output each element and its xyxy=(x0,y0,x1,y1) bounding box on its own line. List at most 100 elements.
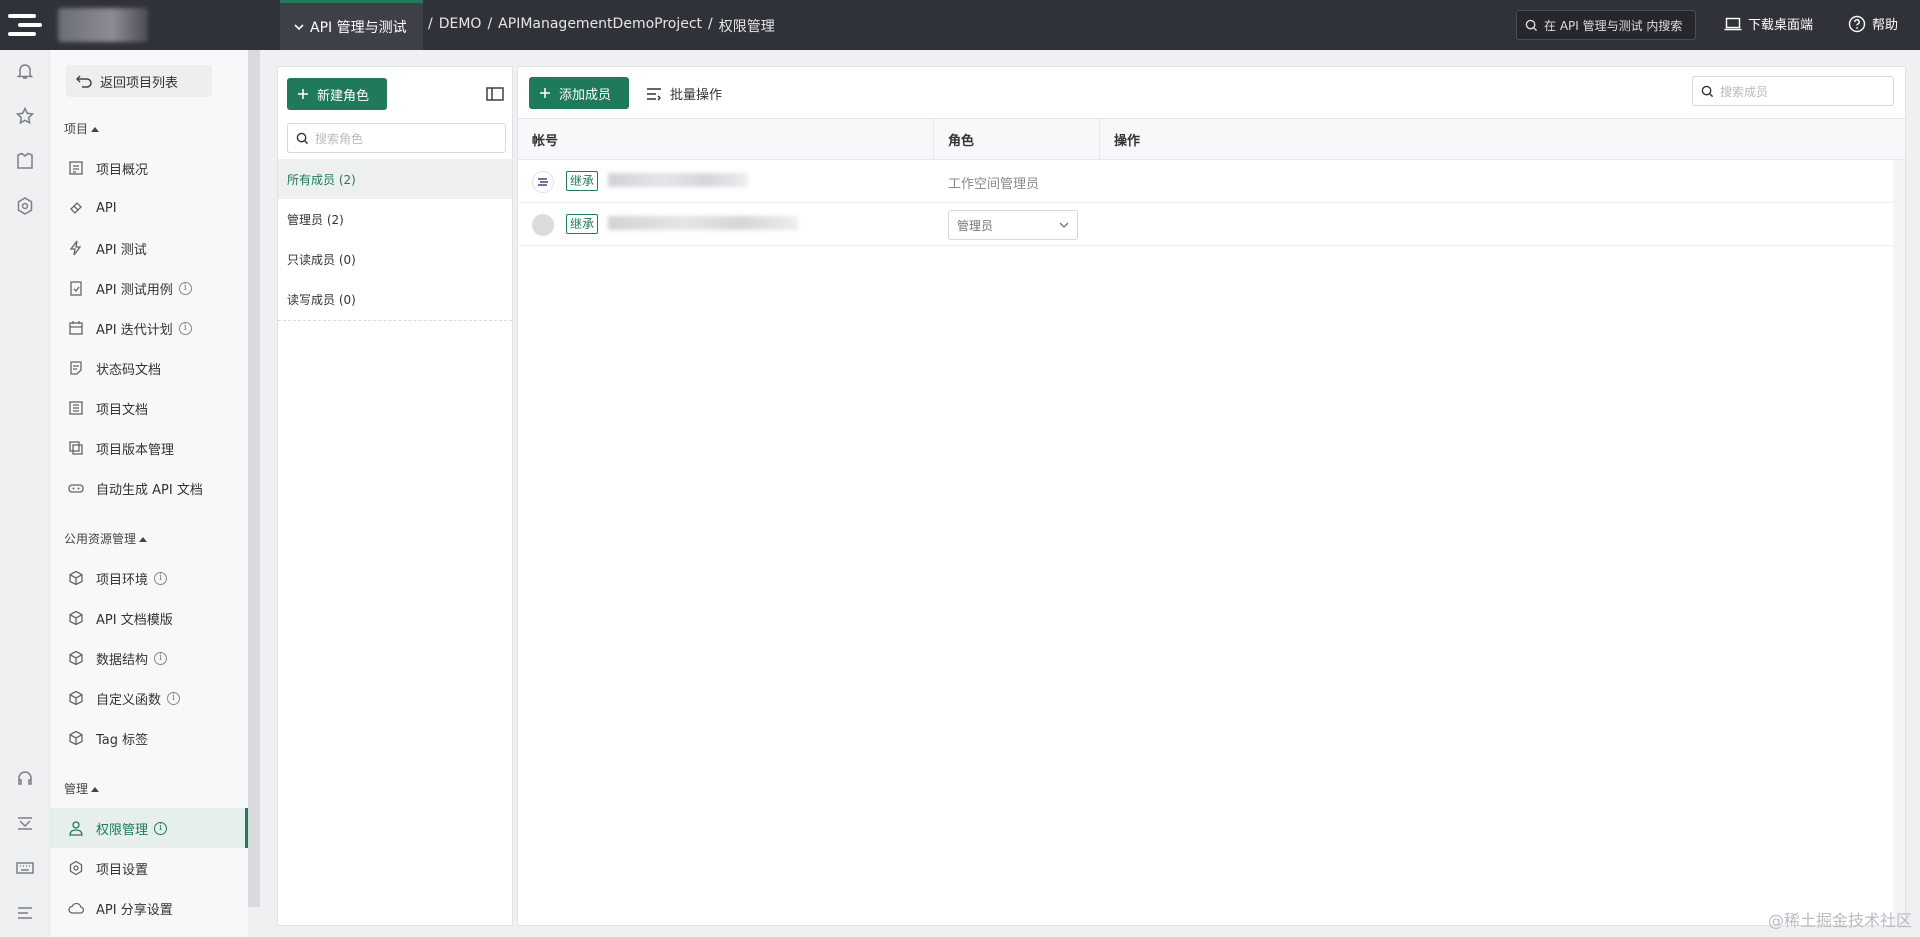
nav-label: 项目版本管理 xyxy=(96,442,175,458)
nav-api[interactable]: API xyxy=(50,190,248,226)
workspace-avatar[interactable] xyxy=(58,8,148,42)
cube-icon xyxy=(69,650,83,666)
nav-version-management[interactable]: 项目版本管理 xyxy=(50,430,248,466)
nav-project-settings[interactable]: 项目设置 xyxy=(50,850,248,886)
module-switcher[interactable]: API 管理与测试 xyxy=(280,0,423,50)
shirt-icon[interactable] xyxy=(15,151,35,171)
workspace-logo-icon xyxy=(538,178,548,186)
nav-label: API 文档模版 xyxy=(96,612,173,628)
section-title: 项目 xyxy=(64,122,89,136)
batch-operation-button[interactable]: 批量操作 xyxy=(646,84,722,103)
panel-toggle-icon[interactable] xyxy=(486,87,504,101)
new-role-label: 新建角色 xyxy=(317,88,370,104)
breadcrumb-sep: / xyxy=(487,16,493,32)
nav-api-iteration-plan[interactable]: API 迭代计划 i xyxy=(50,310,248,346)
nav-doc-templates[interactable]: API 文档模版 xyxy=(50,600,248,636)
info-icon[interactable]: i xyxy=(178,321,192,335)
member-search-input[interactable]: 搜索成员 xyxy=(1692,76,1894,106)
add-member-button[interactable]: 添加成员 xyxy=(529,77,629,109)
nav-auto-generate-docs[interactable]: 自动生成 API 文档 xyxy=(50,470,248,506)
breadcrumb-project[interactable]: APIManagementDemoProject xyxy=(498,16,702,36)
nav-project-environment[interactable]: 项目环境 i xyxy=(50,560,248,596)
nav-project-overview[interactable]: 项目概况 xyxy=(50,150,248,186)
nav-api-test-cases[interactable]: API 测试用例 i xyxy=(50,270,248,306)
user-icon xyxy=(69,821,83,836)
add-member-label: 添加成员 xyxy=(559,87,612,103)
app-logo[interactable] xyxy=(8,8,42,42)
sidebar-scrollbar[interactable] xyxy=(248,50,260,907)
account-name-redacted xyxy=(608,216,798,230)
global-search-input[interactable]: 在 API 管理与测试 内搜索 xyxy=(1516,10,1696,40)
role-list-divider xyxy=(278,320,512,321)
role-item-readonly[interactable]: 只读成员 (0) xyxy=(278,239,512,279)
breadcrumb-workspace[interactable]: DEMO xyxy=(439,16,482,36)
nav-api-share-settings[interactable]: API 分享设置 xyxy=(50,890,248,926)
nav-label: 自动生成 API 文档 xyxy=(96,482,203,498)
overview-icon xyxy=(69,161,83,175)
role-search-input[interactable]: 搜索角色 xyxy=(287,123,506,153)
nav-label: 状态码文档 xyxy=(96,362,162,378)
role-item-admin[interactable]: 管理员 (2) xyxy=(278,199,512,239)
table-row[interactable]: 继承 管理员 xyxy=(518,203,1893,246)
info-icon[interactable]: i xyxy=(154,651,168,665)
menu-icon[interactable] xyxy=(15,903,35,923)
role-select[interactable]: 管理员 xyxy=(948,210,1078,240)
role-item-readwrite[interactable]: 读写成员 (0) xyxy=(278,279,512,319)
nav-custom-functions[interactable]: 自定义函数 i xyxy=(50,680,248,716)
batch-label: 批量操作 xyxy=(670,88,723,103)
column-account: 帐号 xyxy=(518,119,934,159)
nav-label: 项目设置 xyxy=(96,862,149,878)
info-icon[interactable]: i xyxy=(167,691,181,705)
column-role: 角色 xyxy=(934,119,1100,159)
cube-icon xyxy=(69,690,83,706)
back-label: 返回项目列表 xyxy=(100,75,179,91)
info-icon[interactable]: i xyxy=(178,281,192,295)
nav-label: 项目环境 xyxy=(96,572,149,588)
inherit-tag: 继承 xyxy=(566,214,599,234)
nav-label: API 测试 xyxy=(96,242,147,258)
avatar xyxy=(532,214,554,236)
nav-tags[interactable]: Tag 标签 xyxy=(50,720,248,756)
settings-icon[interactable] xyxy=(15,196,35,216)
section-project[interactable]: 项目 xyxy=(64,120,100,137)
chevron-down-icon xyxy=(294,23,304,30)
nav-api-test[interactable]: API 测试 xyxy=(50,230,248,266)
breadcrumb-sep: / xyxy=(708,16,713,32)
table-row[interactable]: 继承 工作空间管理员 xyxy=(518,160,1893,203)
keyboard-icon[interactable] xyxy=(15,858,35,878)
caret-up-icon xyxy=(91,126,100,132)
watermark: @稀土掘金技术社区 xyxy=(1767,911,1912,930)
help-link[interactable]: 帮助 xyxy=(1848,14,1898,33)
account-name-redacted xyxy=(608,173,748,187)
bell-icon[interactable] xyxy=(15,61,35,81)
star-icon[interactable] xyxy=(15,106,35,126)
table-scrollbar[interactable] xyxy=(1893,160,1905,925)
nav-status-code-docs[interactable]: 状态码文档 xyxy=(50,350,248,386)
plus-icon xyxy=(298,89,308,99)
search-placeholder: 在 API 管理与测试 内搜索 xyxy=(1544,18,1683,33)
collapse-down-icon[interactable] xyxy=(15,813,35,833)
nav-project-docs[interactable]: 项目文档 xyxy=(50,390,248,426)
role-label: 管理员 (2) xyxy=(287,212,344,227)
info-icon[interactable]: i xyxy=(154,571,168,585)
cube-icon xyxy=(69,730,83,746)
new-role-button[interactable]: 新建角色 xyxy=(287,78,387,110)
search-icon xyxy=(1701,85,1714,97)
nav-data-structures[interactable]: 数据结构 i xyxy=(50,640,248,676)
help-icon xyxy=(1848,15,1866,32)
section-management[interactable]: 管理 xyxy=(64,780,100,797)
info-icon[interactable]: i xyxy=(154,821,168,835)
top-bar: API 管理与测试 / DEMO / APIManagementDemoProj… xyxy=(0,0,1920,50)
caret-up-icon xyxy=(91,786,100,792)
role-item-all[interactable]: 所有成员 (2) xyxy=(278,159,512,199)
nav-permissions[interactable]: 权限管理 i xyxy=(50,808,248,848)
download-desktop-link[interactable]: 下载桌面端 xyxy=(1724,14,1813,33)
role-label: 读写成员 (0) xyxy=(287,292,356,307)
section-shared-resources[interactable]: 公用资源管理 xyxy=(64,530,148,547)
list-settings-icon xyxy=(647,87,661,100)
headset-icon[interactable] xyxy=(15,768,35,788)
caret-up-icon xyxy=(139,536,148,542)
back-to-projects-button[interactable]: 返回项目列表 xyxy=(66,65,212,97)
document-icon xyxy=(69,401,83,415)
settings-icon xyxy=(69,860,83,876)
